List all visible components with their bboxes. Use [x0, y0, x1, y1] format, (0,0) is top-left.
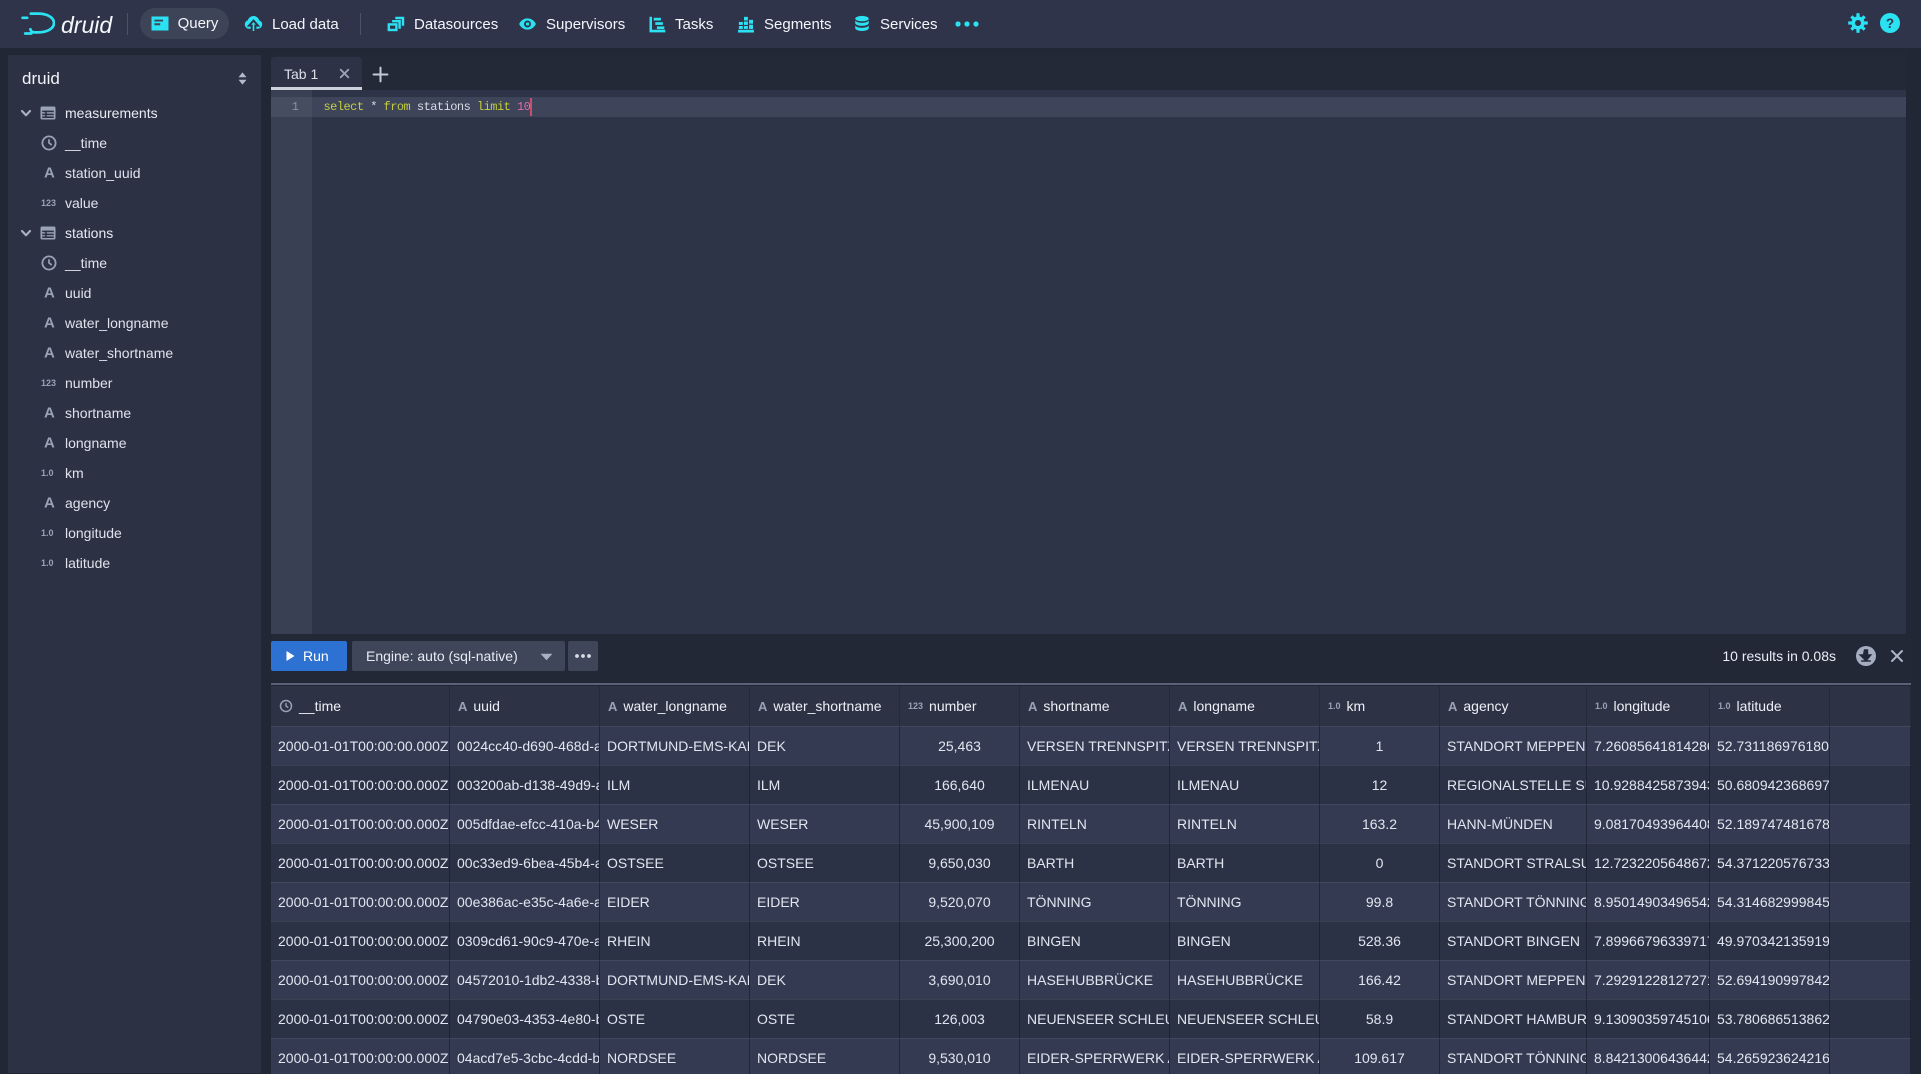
svg-text:?: ? — [1886, 16, 1894, 31]
